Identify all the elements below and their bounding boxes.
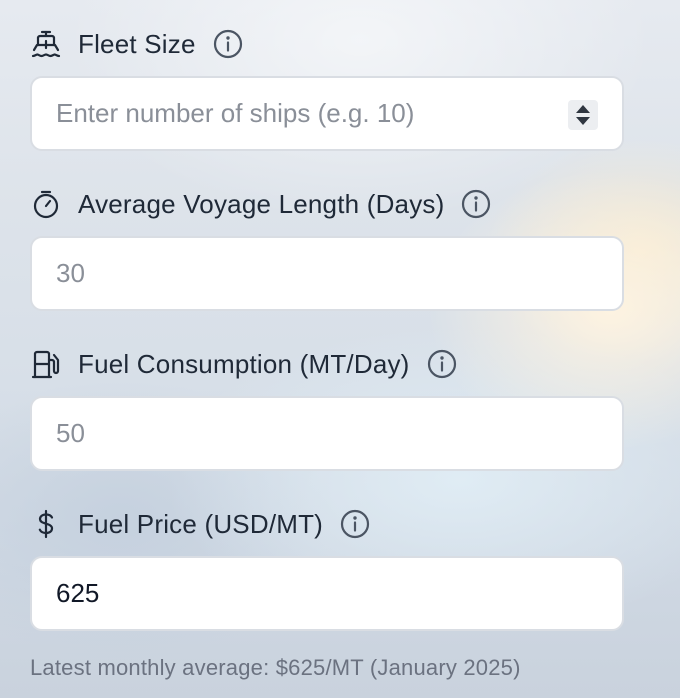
voyage-length-field: Average Voyage Length (Days) bbox=[30, 186, 628, 311]
fuel-price-input-box bbox=[30, 556, 624, 631]
fuel-consumption-field: Fuel Consumption (MT/Day) bbox=[30, 346, 628, 471]
fuel-consumption-label-row: Fuel Consumption (MT/Day) bbox=[30, 346, 628, 382]
chevron-up-icon[interactable] bbox=[576, 105, 590, 113]
info-icon[interactable] bbox=[426, 348, 458, 380]
stopwatch-icon bbox=[30, 188, 62, 220]
fleet-size-input[interactable] bbox=[32, 83, 556, 144]
chevron-down-icon[interactable] bbox=[576, 117, 590, 125]
fuel-price-label: Fuel Price (USD/MT) bbox=[78, 508, 324, 539]
info-icon[interactable] bbox=[339, 508, 371, 540]
fuel-price-field: Fuel Price (USD/MT) bbox=[30, 506, 628, 631]
fuel-consumption-label: Fuel Consumption (MT/Day) bbox=[78, 348, 410, 379]
fuel-consumption-input-box bbox=[30, 396, 624, 471]
fleet-size-label-row: Fleet Size bbox=[30, 26, 628, 62]
fuel-price-label-row: Fuel Price (USD/MT) bbox=[30, 506, 628, 542]
number-stepper[interactable] bbox=[568, 100, 598, 130]
ship-icon bbox=[30, 28, 62, 60]
voyage-length-label: Average Voyage Length (Days) bbox=[78, 188, 445, 219]
fuel-price-input[interactable] bbox=[32, 563, 556, 624]
info-icon[interactable] bbox=[460, 188, 492, 220]
fuel-pump-icon bbox=[30, 348, 62, 380]
voyage-length-label-row: Average Voyage Length (Days) bbox=[30, 186, 628, 222]
fuel-price-helper-text: Latest monthly average: $625/MT (January… bbox=[30, 655, 521, 680]
info-icon[interactable] bbox=[212, 28, 244, 60]
fuel-consumption-input[interactable] bbox=[32, 403, 556, 464]
voyage-length-input[interactable] bbox=[32, 243, 556, 304]
voyage-length-input-box bbox=[30, 236, 624, 311]
fleet-size-input-box bbox=[30, 76, 624, 151]
fleet-size-field: Fleet Size bbox=[30, 26, 628, 151]
fleet-size-label: Fleet Size bbox=[78, 28, 196, 59]
dollar-icon bbox=[30, 508, 62, 540]
